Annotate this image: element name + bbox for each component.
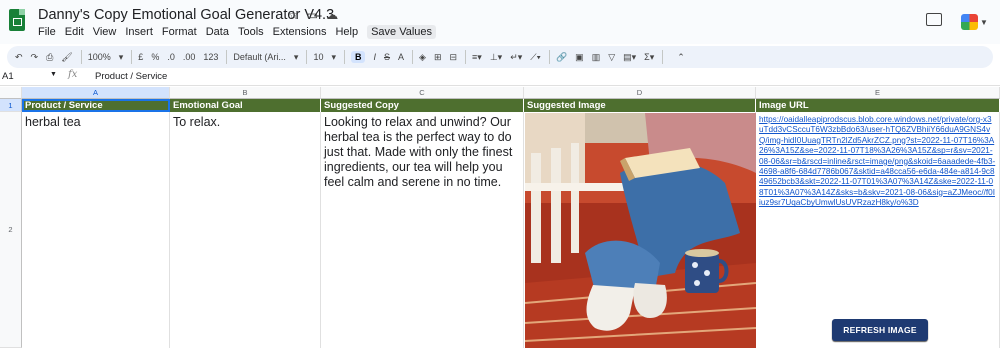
menu-edit[interactable]: Edit <box>65 26 84 39</box>
chevron-down-icon: ▾ <box>331 51 336 62</box>
formula-bar: A1 ▼ fx Product / Service <box>0 69 1000 86</box>
collapse-toolbar-icon[interactable]: ⌃ <box>677 52 685 63</box>
borders-icon[interactable]: ⊞ <box>434 52 442 63</box>
cell-b2[interactable]: To relax. <box>170 112 321 348</box>
print-icon[interactable]: ⎙ <box>46 52 53 63</box>
row-header-2[interactable]: 2 <box>0 112 22 348</box>
strikethrough-button[interactable]: S <box>384 52 390 62</box>
cloud-status-icon[interactable]: ☁ <box>326 8 338 22</box>
formula-input[interactable]: Product / Service <box>95 71 167 82</box>
cell-e1[interactable]: Image URL <box>756 99 1000 112</box>
format-currency-button[interactable]: £ <box>138 52 143 62</box>
undo-icon[interactable]: ↶ <box>15 52 23 63</box>
separator <box>412 50 414 64</box>
row-header-1[interactable]: 1 <box>0 99 22 112</box>
meet-camera-icon <box>961 14 978 30</box>
fill-color-icon[interactable]: ◈ <box>419 52 426 63</box>
toolbar: ↶ ↷ ⎙ 🖌 100% ▾ £ % .0 .00 123 Default (A… <box>7 46 993 68</box>
menu-file[interactable]: File <box>38 26 56 39</box>
menu-help[interactable]: Help <box>335 26 358 39</box>
text-color-button[interactable]: A <box>398 52 404 62</box>
chevron-down-icon[interactable]: ▼ <box>50 71 57 78</box>
cell-a1[interactable]: Product / Service <box>22 99 170 112</box>
separator <box>343 50 345 64</box>
meet-button[interactable]: ▼ <box>958 11 992 33</box>
fx-icon: fx <box>68 69 78 80</box>
increase-decimal-button[interactable]: .00 <box>183 52 196 62</box>
paint-format-icon[interactable]: 🖌 <box>61 52 72 63</box>
redo-icon[interactable]: ↷ <box>31 52 39 63</box>
column-header-c[interactable]: C <box>321 87 524 99</box>
column-header-d[interactable]: D <box>524 87 756 99</box>
separator <box>226 50 228 64</box>
horizontal-align-icon[interactable]: ≡▾ <box>472 52 482 63</box>
vertical-align-icon[interactable]: ⊥▾ <box>490 52 502 63</box>
separator <box>131 50 133 64</box>
chevron-down-icon: ▾ <box>293 51 299 62</box>
cell-d1[interactable]: Suggested Image <box>524 99 756 112</box>
cell-b1[interactable]: Emotional Goal <box>170 99 321 112</box>
column-header-a[interactable]: A <box>22 87 170 99</box>
menu-data[interactable]: Data <box>206 26 229 39</box>
font-size-select[interactable]: 10 <box>313 52 323 62</box>
name-box[interactable]: A1 <box>2 71 14 82</box>
column-header-b[interactable]: B <box>170 87 321 99</box>
format-percent-button[interactable]: % <box>151 52 159 62</box>
menu-format[interactable]: Format <box>162 26 197 39</box>
separator <box>306 50 308 64</box>
cell-c2[interactable]: Looking to relax and unwind? Our herbal … <box>321 112 524 348</box>
insert-comment-icon[interactable]: ▣ <box>575 52 584 63</box>
menu-tools[interactable]: Tools <box>238 26 264 39</box>
text-rotation-icon[interactable]: ⟋▾ <box>530 52 541 63</box>
move-folder-icon[interactable]: ▭ <box>307 8 318 22</box>
separator <box>465 50 467 64</box>
filter-icon[interactable]: ▽ <box>608 52 615 63</box>
separator <box>662 50 664 64</box>
insert-link-icon[interactable]: 🔗 <box>556 52 567 63</box>
zoom-select[interactable]: 100% <box>88 52 111 62</box>
separator <box>80 50 82 64</box>
select-all-corner[interactable] <box>0 87 22 99</box>
merge-cells-icon[interactable]: ⊟ <box>450 52 458 63</box>
app-header: Danny's Copy Emotional Goal Generator V4… <box>0 0 1000 44</box>
menu-extensions[interactable]: Extensions <box>273 26 327 39</box>
decrease-decimal-button[interactable]: .0 <box>167 52 175 62</box>
separator <box>548 50 550 64</box>
suggested-image[interactable] <box>525 113 756 348</box>
insert-chart-icon[interactable]: ▥ <box>592 52 601 63</box>
spreadsheet-grid: A B C D E 1 2 Product / Service Emotiona… <box>0 87 1000 348</box>
sheets-logo-icon[interactable] <box>9 9 25 31</box>
chevron-down-icon: ▼ <box>980 17 988 27</box>
menu-insert[interactable]: Insert <box>125 26 153 39</box>
refresh-image-button[interactable]: REFRESH IMAGE <box>832 319 928 341</box>
italic-button[interactable]: I <box>373 52 376 62</box>
cell-e2-link[interactable]: https://oaidalleapiprodscus.blob.core.wi… <box>756 112 1000 348</box>
chevron-down-icon: ▾ <box>118 51 124 62</box>
comment-history-icon[interactable] <box>926 13 942 26</box>
menu-save-values[interactable]: Save Values <box>367 25 437 39</box>
cell-a2[interactable]: herbal tea <box>22 112 170 348</box>
cell-c1[interactable]: Suggested Copy <box>321 99 524 112</box>
more-formats-button[interactable]: 123 <box>203 52 218 62</box>
bold-button[interactable]: B <box>350 51 366 63</box>
font-select[interactable]: Default (Ari... <box>233 52 286 62</box>
column-header-e[interactable]: E <box>756 87 1000 99</box>
text-wrapping-icon[interactable]: ↵▾ <box>510 52 522 63</box>
filter-views-icon[interactable]: ▤▾ <box>623 52 636 63</box>
menu-view[interactable]: View <box>93 26 117 39</box>
menu-bar: File Edit View Insert Format Data Tools … <box>38 25 437 39</box>
functions-icon[interactable]: Σ▾ <box>644 52 654 63</box>
star-icon[interactable]: ☆ <box>288 8 299 22</box>
